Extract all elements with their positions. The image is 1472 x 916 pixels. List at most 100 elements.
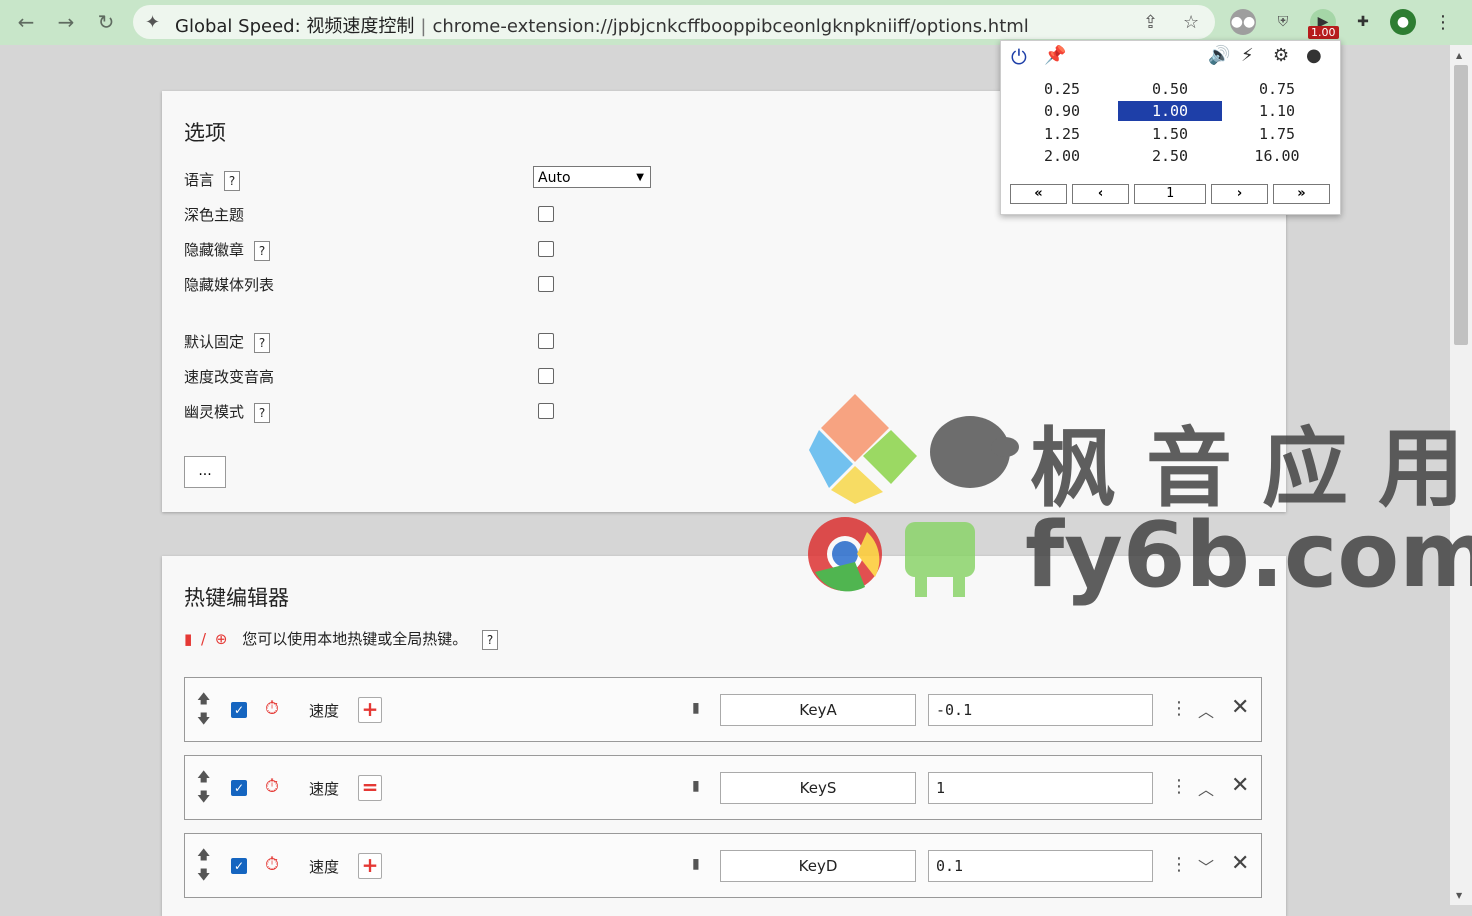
speed-option[interactable]: 2.00 (1010, 146, 1114, 166)
file-icon[interactable]: ▮ (692, 700, 700, 716)
enabled-checkbox[interactable]: ✓ (231, 780, 247, 796)
hotkey-row: 🡅 🡇 ✓ ⏱ 速度 + ▮ KeyA -0.1 ⋮ ︿ ✕ (184, 677, 1262, 742)
watermark-text-domain: fy6b.com (1025, 503, 1472, 608)
ublock-icon[interactable]: ⛨ (1270, 9, 1296, 35)
global-speed-popup: ⏻ 📌 🔊 ⚡ ⚙ ● 0.25 0.50 0.75 0.90 1.00 1.10 1.25… (1000, 40, 1341, 215)
speed-badge: 1.00 (1308, 26, 1339, 39)
speed-option[interactable]: 0.25 (1010, 79, 1114, 99)
timer-icon[interactable]: ⏱ (265, 854, 279, 875)
scroll-thumb[interactable] (1454, 65, 1468, 345)
pitch-checkbox[interactable] (538, 368, 554, 384)
back-arrow-icon[interactable]: ← (12, 8, 40, 36)
power-icon[interactable]: ⏻ (1011, 45, 1027, 69)
enabled-checkbox[interactable]: ✓ (231, 858, 247, 874)
option-hide-badge: 隐藏徽章? (184, 239, 271, 261)
file-icon[interactable]: ▮ (692, 856, 700, 872)
option-hide-media-list: 隐藏媒体列表 (184, 276, 275, 294)
help-button[interactable]: ? (254, 240, 271, 261)
speed-option[interactable]: 0.75 (1225, 79, 1329, 99)
chevron-down-icon[interactable]: ﹀ (1198, 854, 1214, 878)
more-button[interactable]: ... (184, 456, 226, 488)
more-vert-icon[interactable]: ⋮ (1170, 854, 1188, 875)
extension-icon-1[interactable]: ●● (1230, 9, 1256, 35)
more-vert-icon[interactable]: ⋮ (1170, 776, 1188, 797)
hide-badge-checkbox[interactable] (538, 241, 554, 257)
hotkey-editor-card: 热键编辑器 ▮ / ⊕ 您可以使用本地热键或全局热键。 ? 🡅 🡇 ✓ ⏱ 速度 … (162, 556, 1286, 916)
scroll-down-arrow-icon[interactable]: ▼ (1456, 891, 1462, 900)
speed-option[interactable]: 1.10 (1225, 101, 1329, 121)
help-button[interactable]: ? (254, 332, 271, 353)
address-bar[interactable]: ✦ Global Speed: 视频速度控制 | chrome-extension:… (133, 5, 1215, 39)
profile-avatar-icon[interactable]: ● (1390, 9, 1416, 35)
reorder-arrows-icon[interactable]: 🡅 🡇 (197, 768, 210, 808)
option-language: 语言? (184, 169, 241, 191)
speed-option[interactable]: 0.50 (1118, 79, 1222, 99)
menu-kebab-icon[interactable]: ⋮ (1430, 9, 1456, 35)
double-chevron-right-icon[interactable]: » (1273, 184, 1330, 204)
close-icon[interactable]: ✕ (1231, 695, 1249, 720)
option-dark-theme: 深色主题 (184, 206, 245, 224)
gear-icon[interactable]: ⚙ (1273, 45, 1289, 66)
chevron-left-icon[interactable]: ‹ (1072, 184, 1129, 204)
hotkey-row: 🡅 🡇 ✓ ⏱ 速度 + ▮ KeyD 0.1 ⋮ ﹀ ✕ (184, 833, 1262, 898)
option-default-pin: 默认固定? (184, 331, 271, 353)
value-input[interactable]: 0.1 (928, 850, 1153, 882)
forward-arrow-icon[interactable]: → (52, 8, 80, 36)
enabled-checkbox[interactable]: ✓ (231, 702, 247, 718)
key-input[interactable]: KeyD (720, 850, 916, 882)
file-icon[interactable]: ▮ (692, 778, 700, 794)
speed-option[interactable]: 0.90 (1010, 101, 1114, 121)
chevron-down-icon: ▼ (636, 172, 644, 183)
pin-icon[interactable]: 📌 (1044, 45, 1066, 66)
options-title: 选项 (184, 121, 226, 145)
command-label: 速度 (309, 702, 340, 720)
speed-option[interactable]: 2.50 (1118, 146, 1222, 166)
command-label: 速度 (309, 780, 340, 798)
help-button[interactable]: ? (254, 402, 271, 423)
hotkey-title: 热键编辑器 (184, 586, 289, 610)
speed-option[interactable]: 1.25 (1010, 124, 1114, 144)
browser-toolbar: ← → ↻ ✦ Global Speed: 视频速度控制 | chrome-exte… (0, 0, 1472, 45)
ghost-mode-checkbox[interactable] (538, 403, 554, 419)
reload-icon[interactable]: ↻ (92, 8, 120, 36)
equals-operator-button[interactable]: = (358, 775, 382, 801)
share-icon[interactable]: ⇪ (1143, 12, 1158, 33)
double-chevron-left-icon[interactable]: « (1010, 184, 1067, 204)
github-icon[interactable]: ● (1306, 45, 1322, 66)
lightning-icon[interactable]: ⚡ (1241, 45, 1254, 66)
plus-operator-button[interactable]: + (358, 853, 382, 879)
reorder-arrows-icon[interactable]: 🡅 🡇 (197, 690, 210, 730)
extensions-puzzle-icon[interactable]: ✚ (1350, 9, 1376, 35)
globe-icon: ⊕ (214, 630, 228, 648)
speed-option[interactable]: 1.50 (1118, 124, 1222, 144)
step-input[interactable]: 1 (1134, 184, 1206, 204)
plus-operator-button[interactable]: + (358, 697, 382, 723)
key-input[interactable]: KeyS (720, 772, 916, 804)
chevron-right-icon[interactable]: › (1211, 184, 1268, 204)
speed-option[interactable]: 1.75 (1225, 124, 1329, 144)
close-icon[interactable]: ✕ (1231, 773, 1249, 798)
default-pin-checkbox[interactable] (538, 333, 554, 349)
scroll-up-arrow-icon[interactable]: ▲ (1456, 51, 1462, 60)
value-input[interactable]: 1 (928, 772, 1153, 804)
help-button[interactable]: ? (224, 170, 241, 191)
timer-icon[interactable]: ⏱ (265, 776, 279, 797)
hotkey-description: 您可以使用本地热键或全局热键。 (242, 630, 468, 648)
key-input[interactable]: KeyA (720, 694, 916, 726)
close-icon[interactable]: ✕ (1231, 851, 1249, 876)
speed-option[interactable]: 16.00 (1225, 146, 1329, 166)
speed-option[interactable]: 1.00 (1118, 101, 1222, 121)
chevron-up-icon[interactable]: ︿ (1198, 776, 1214, 800)
value-input[interactable]: -0.1 (928, 694, 1153, 726)
dark-theme-checkbox[interactable] (538, 206, 554, 222)
timer-icon[interactable]: ⏱ (265, 698, 279, 719)
chevron-up-icon[interactable]: ︿ (1198, 698, 1214, 722)
help-button[interactable]: ? (482, 629, 499, 650)
more-vert-icon[interactable]: ⋮ (1170, 698, 1188, 719)
star-icon[interactable]: ☆ (1183, 12, 1199, 33)
slash-icon: / (201, 630, 207, 648)
language-select[interactable]: Auto ▼ (533, 166, 651, 188)
volume-icon[interactable]: 🔊 (1208, 45, 1230, 66)
reorder-arrows-icon[interactable]: 🡅 🡇 (197, 846, 210, 886)
hide-media-list-checkbox[interactable] (538, 276, 554, 292)
